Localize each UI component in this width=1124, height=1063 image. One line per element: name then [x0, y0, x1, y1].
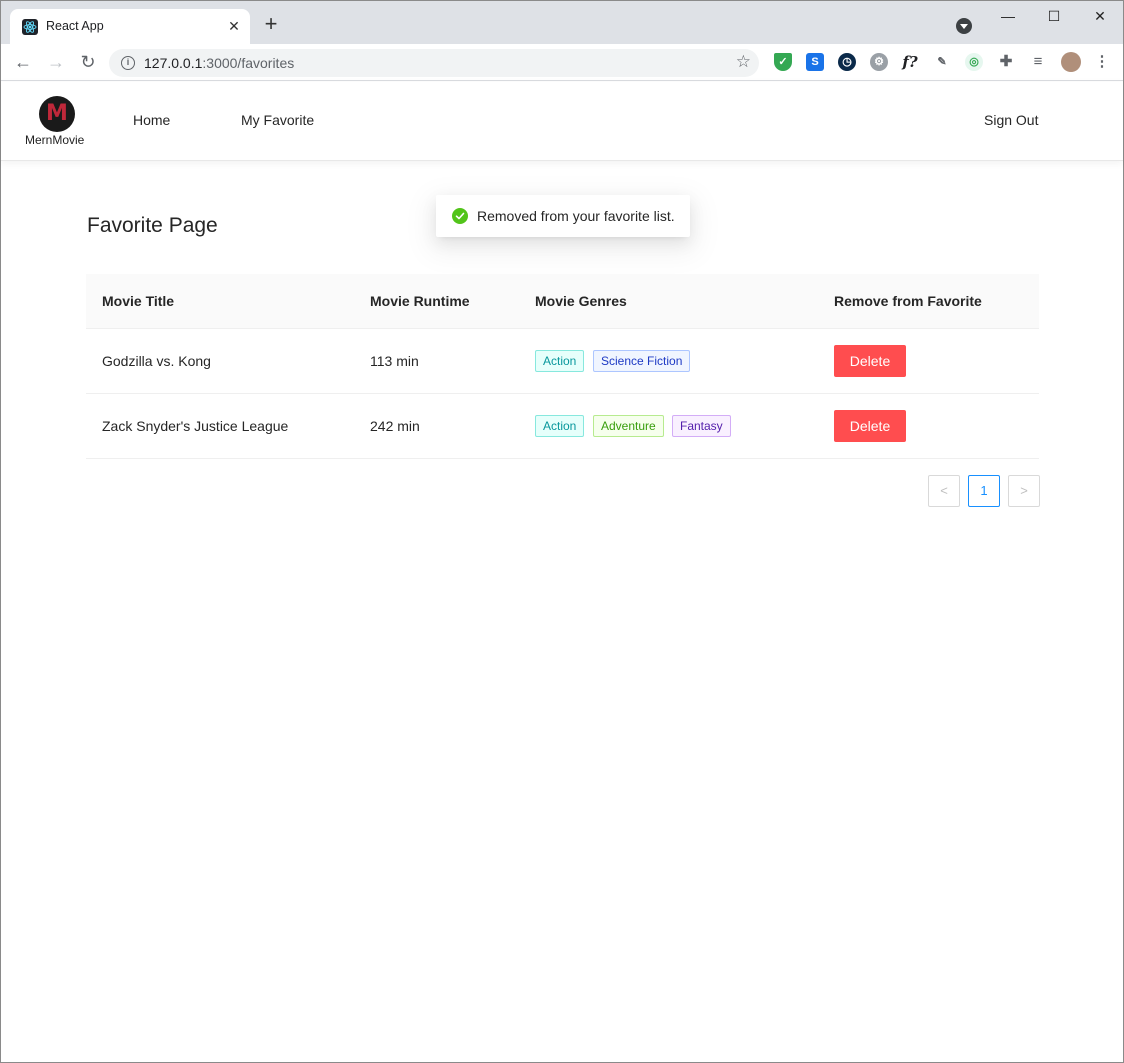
forward-icon[interactable]: →: [44, 50, 68, 74]
table-row: Zack Snyder's Justice League 242 min Act…: [86, 394, 1039, 459]
tab-search-icon[interactable]: [956, 18, 972, 34]
bookmark-star-icon[interactable]: ☆: [736, 52, 751, 72]
genre-tag: Fantasy: [672, 415, 731, 437]
table-row: Godzilla vs. Kong 113 min Action Science…: [86, 329, 1039, 394]
shield-extension-icon[interactable]: ✓: [774, 53, 792, 71]
header-movie-title: Movie Title: [102, 293, 175, 309]
tab-title: React App: [46, 19, 104, 33]
profile-avatar[interactable]: [1061, 52, 1081, 72]
logo-letter: M: [46, 101, 68, 126]
movie-runtime: 113 min: [370, 353, 419, 369]
record-extension-icon[interactable]: ◎: [965, 53, 983, 71]
back-icon[interactable]: ←: [11, 50, 35, 74]
genre-tag: Action: [535, 350, 585, 372]
eyedropper-extension-icon[interactable]: ✎: [933, 53, 951, 71]
maximize-icon[interactable]: ☐: [1039, 5, 1069, 29]
reload-icon[interactable]: ↻: [76, 50, 100, 74]
clock-extension-icon[interactable]: ◷: [838, 53, 856, 71]
header-remove: Remove from Favorite: [834, 293, 982, 309]
genre-tag: Action: [535, 415, 585, 437]
font-extension-icon[interactable]: f?: [901, 53, 919, 71]
browser-menu-icon[interactable]: ⋮: [1093, 53, 1111, 71]
media-control-icon[interactable]: ≡: [1029, 53, 1047, 71]
url-host: 127.0.0.1: [144, 55, 203, 71]
extensions-puzzle-icon[interactable]: ✚: [997, 53, 1015, 71]
browser-toolbar: ← → ↻ i 127.0.0.1:3000/favorites ☆ ✓ S ◷…: [1, 44, 1123, 81]
nav-sign-out[interactable]: Sign Out: [984, 112, 1038, 128]
minimize-icon[interactable]: —: [993, 5, 1023, 29]
browser-tab[interactable]: React App ✕: [10, 9, 250, 44]
movie-title: Zack Snyder's Justice League: [102, 418, 289, 434]
delete-button[interactable]: Delete: [834, 410, 906, 442]
s-extension-icon[interactable]: S: [806, 53, 824, 71]
delete-button[interactable]: Delete: [834, 345, 906, 377]
favorites-table: Movie Title Movie Runtime Movie Genres R…: [86, 274, 1039, 459]
new-tab-icon[interactable]: +: [260, 13, 282, 36]
url-path: :3000/favorites: [202, 55, 295, 71]
genre-tag: Science Fiction: [593, 350, 691, 372]
header-movie-runtime: Movie Runtime: [370, 293, 470, 309]
movie-runtime: 242 min: [370, 418, 420, 434]
nav-home[interactable]: Home: [133, 112, 170, 128]
check-circle-icon: [452, 208, 468, 224]
prev-page-button[interactable]: <: [928, 475, 960, 507]
page-1-button[interactable]: 1: [968, 475, 1000, 507]
nav-my-favorite[interactable]: My Favorite: [241, 112, 314, 128]
chevron-left-icon: <: [940, 483, 948, 498]
browser-titlebar: React App ✕ + — ☐ ✕: [1, 1, 1123, 44]
site-info-icon[interactable]: i: [121, 56, 135, 70]
address-bar[interactable]: i 127.0.0.1:3000/favorites ☆: [109, 49, 759, 77]
url-text: 127.0.0.1:3000/favorites: [144, 55, 294, 71]
genre-tag: Adventure: [593, 415, 664, 437]
page-title: Favorite Page: [87, 214, 218, 237]
react-icon: [22, 19, 38, 35]
toast-message: Removed from your favorite list.: [477, 208, 675, 224]
close-tab-icon[interactable]: ✕: [225, 17, 243, 35]
logo-icon[interactable]: M: [39, 96, 75, 132]
chevron-right-icon: >: [1020, 483, 1028, 498]
movie-title: Godzilla vs. Kong: [102, 353, 211, 369]
next-page-button[interactable]: >: [1008, 475, 1040, 507]
header-movie-genres: Movie Genres: [535, 293, 627, 309]
table-header: Movie Title Movie Runtime Movie Genres R…: [86, 274, 1039, 329]
gear-extension-icon[interactable]: ⚙: [870, 53, 888, 71]
window-close-icon[interactable]: ✕: [1085, 5, 1115, 29]
success-toast: Removed from your favorite list.: [436, 195, 690, 237]
app-navbar: M MernMovie Home My Favorite Sign Out: [1, 82, 1123, 161]
logo-text[interactable]: MernMovie: [25, 133, 84, 147]
